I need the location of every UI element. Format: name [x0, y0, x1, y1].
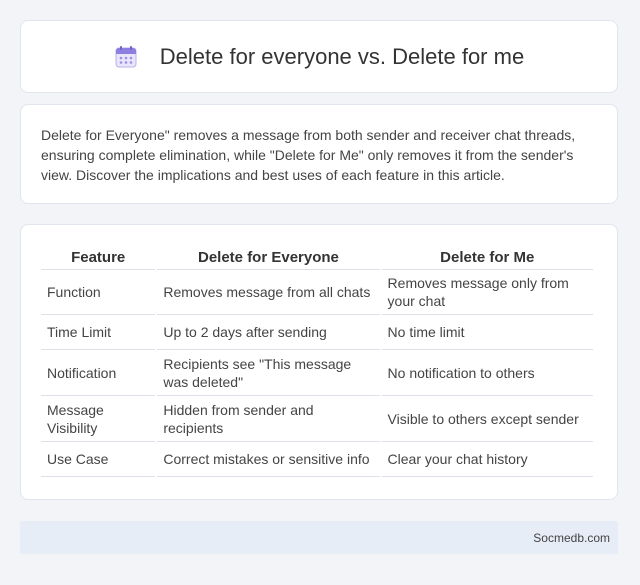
row-feature-cell: Time Limit — [41, 315, 156, 350]
table-row: Use Case Correct mistakes or sensitive i… — [41, 442, 593, 477]
row-everyone-cell: Correct mistakes or sensitive info — [157, 442, 380, 477]
row-feature-cell: Use Case — [41, 442, 156, 477]
row-everyone-cell: Removes message from all chats — [157, 270, 380, 315]
source-link[interactable]: Socmedb.com — [533, 531, 610, 545]
table-row: Function Removes message from all chats … — [41, 270, 593, 315]
row-everyone-cell: Up to 2 days after sending — [157, 315, 380, 350]
row-everyone-cell: Recipients see "This message was deleted… — [157, 350, 380, 396]
row-feature-cell: Message Visibility — [41, 396, 156, 442]
comparison-card: Feature Delete for Everyone Delete for M… — [20, 224, 618, 500]
row-me-cell: No time limit — [381, 315, 593, 350]
table-row: Time Limit Up to 2 days after sending No… — [41, 315, 593, 350]
row-feature-cell: Function — [41, 270, 156, 315]
title-card: Delete for everyone vs. Delete for me — [20, 20, 618, 93]
table-row: Message Visibility Hidden from sender an… — [41, 396, 593, 442]
table-header-row: Feature Delete for Everyone Delete for M… — [41, 245, 593, 270]
page-title: Delete for everyone vs. Delete for me — [159, 43, 525, 69]
row-me-cell: No notification to others — [381, 350, 593, 396]
header-delete-for-everyone: Delete for Everyone — [157, 245, 380, 270]
footer-bar: Socmedb.com — [20, 521, 618, 554]
row-me-cell: Visible to others except sender — [381, 396, 593, 442]
row-me-cell: Clear your chat history — [381, 442, 593, 477]
table-row: Notification Recipients see "This messag… — [41, 350, 593, 396]
header-delete-for-me: Delete for Me — [381, 245, 593, 270]
title-row: Delete for everyone vs. Delete for me — [114, 44, 524, 70]
calendar-icon — [114, 45, 138, 69]
comparison-table: Feature Delete for Everyone Delete for M… — [39, 245, 595, 477]
header-feature: Feature — [41, 245, 156, 270]
row-feature-cell: Notification — [41, 350, 156, 396]
intro-paragraph: Delete for Everyone" removes a message f… — [41, 127, 576, 183]
row-me-cell: Removes message only from your chat — [381, 270, 593, 315]
row-everyone-cell: Hidden from sender and recipients — [157, 396, 380, 442]
intro-card: Delete for Everyone" removes a message f… — [20, 104, 618, 204]
